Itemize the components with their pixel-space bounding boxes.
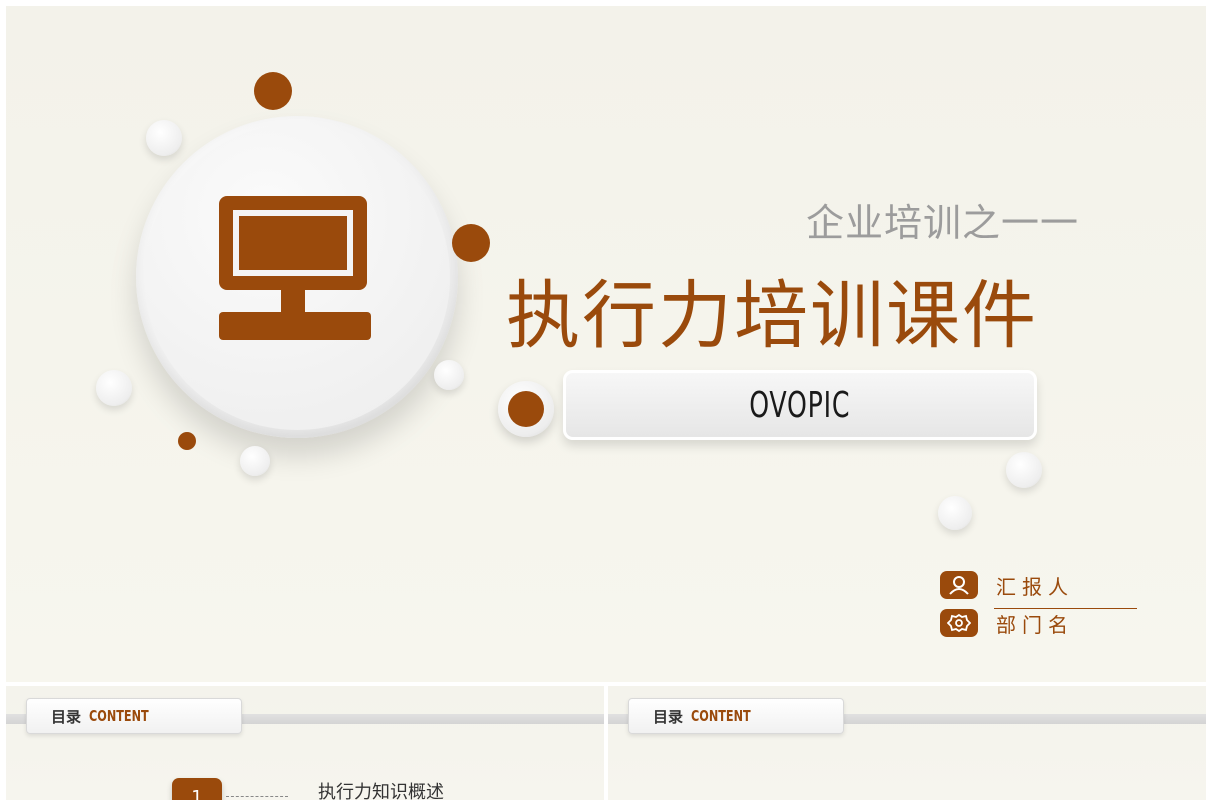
- name-box-text: OVOPIC: [749, 384, 851, 426]
- department-row: 部门名: [940, 608, 1074, 638]
- name-box-ring: [498, 381, 554, 437]
- decor-dot: [146, 120, 182, 156]
- decor-dot: [254, 72, 292, 110]
- slide-title: 执行力培训课件: [506, 273, 1038, 359]
- decor-dot: [178, 432, 196, 450]
- toc-item-text: 执行力知识概述: [318, 782, 444, 800]
- toc-number-badge: 1: [172, 778, 222, 800]
- reporter-row: 汇报人: [940, 570, 1074, 600]
- slide-subtitle: 企业培训之一一: [806, 201, 1080, 245]
- monitor-icon: [219, 196, 371, 340]
- decor-dot: [96, 370, 132, 406]
- person-icon: [940, 571, 978, 599]
- slide-thumbnail-1[interactable]: 目录 CONTENT 1 执行力知识概述: [6, 686, 604, 800]
- decor-dot: [938, 496, 972, 530]
- title-slide: 企业培训之一一 执行力培训课件 OVOPIC 汇报人 部门名: [6, 6, 1206, 682]
- decor-dot: [452, 224, 490, 262]
- toc-connector: [226, 796, 288, 797]
- slide-thumbnail-2[interactable]: 目录 CONTENT: [608, 686, 1206, 800]
- reporter-label: 汇报人: [996, 574, 1074, 599]
- tab-label-cn: 目录: [51, 707, 82, 726]
- tab-label-en: CONTENT: [89, 707, 149, 725]
- content-tab: 目录 CONTENT: [628, 698, 844, 734]
- name-box: OVOPIC: [563, 370, 1037, 440]
- content-tab: 目录 CONTENT: [26, 698, 242, 734]
- tab-label-cn: 目录: [653, 707, 684, 726]
- decor-dot: [240, 446, 270, 476]
- department-label: 部门名: [996, 612, 1074, 637]
- decor-dot: [1006, 452, 1042, 488]
- tab-label-en: CONTENT: [691, 707, 751, 725]
- decor-dot: [434, 360, 464, 390]
- gear-icon: [940, 609, 978, 637]
